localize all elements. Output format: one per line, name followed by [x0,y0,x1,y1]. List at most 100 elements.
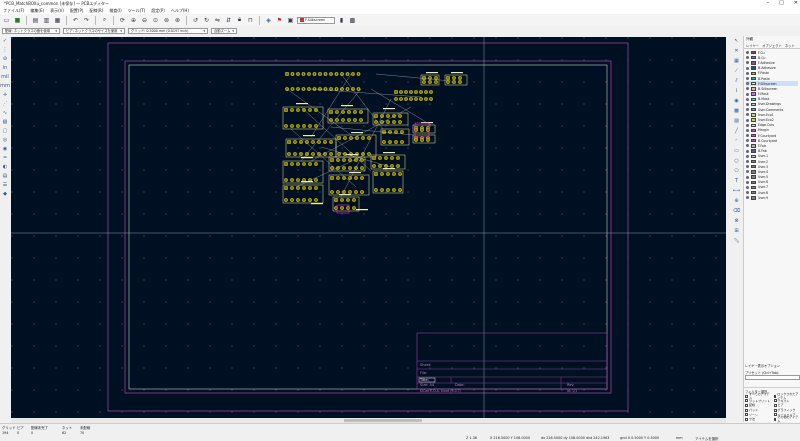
track-width-select[interactable]: 配線: ネットクラスの値を使用 ▾ [2,27,60,34]
layer-pair-icon[interactable]: ▣ [286,16,295,25]
draw-line-icon[interactable]: ╱ [733,127,741,135]
layer-color-swatch[interactable] [751,123,756,127]
eye-icon[interactable] [746,71,749,75]
units-mils-icon[interactable]: mil [1,73,9,81]
layer-color-swatch[interactable] [751,165,756,169]
layer-color-swatch[interactable] [751,139,756,143]
select-icon[interactable]: ↖ [733,37,741,45]
layer-display-options[interactable]: レイヤー表示オプション [745,363,800,368]
checkbox-icon[interactable] [745,403,748,407]
redo-icon[interactable]: ↷ [82,16,91,25]
units-mm-icon[interactable]: mm [0,82,10,90]
layer-color-swatch[interactable] [751,107,756,112]
add-dimension-icon[interactable]: ⟷ [733,187,741,195]
filter-checkbox[interactable]: その他のアイテム [773,415,800,423]
eye-icon[interactable] [746,87,749,91]
pad-outline-icon[interactable]: ◎ [1,136,9,144]
page-settings-icon[interactable]: ▤ [31,16,40,25]
undo-icon[interactable]: ↶ [71,16,80,25]
layer-color-swatch[interactable] [751,97,756,101]
eye-icon[interactable] [746,92,749,96]
zoom-in-icon[interactable]: ⊕ [129,16,138,25]
eye-icon[interactable] [746,175,749,179]
layer-color-swatch[interactable] [751,149,756,153]
layer-color-swatch[interactable] [751,175,756,179]
mirror-h-icon[interactable]: ⇋ [213,16,222,25]
layer-color-swatch[interactable] [751,144,756,148]
find-icon[interactable]: ⌕ [100,16,109,25]
layer-color-swatch[interactable] [751,92,756,96]
footprint-tree-icon[interactable]: ☰ [1,181,9,189]
route-track-icon[interactable]: ⟋ [733,67,741,75]
zoom-select[interactable]: 自動ズーム ▾ [211,27,237,34]
ratsnest-icon[interactable]: ⋰ [1,100,9,108]
scrollbar-thumb[interactable] [344,419,422,422]
eye-icon[interactable] [746,196,749,200]
eye-icon[interactable] [746,61,749,65]
drc-marker-icon[interactable]: ✓ [1,37,9,45]
layer-color-swatch[interactable] [751,190,756,195]
layer-color-swatch[interactable] [751,159,756,164]
checkbox-icon[interactable] [745,417,748,421]
checkbox-icon[interactable] [773,399,777,403]
tab-objects[interactable]: オブジェクト [762,43,782,48]
layer-color-swatch[interactable] [751,71,756,76]
layer-row[interactable]: User.9 [746,195,798,200]
net-colors-icon[interactable]: ▤ [1,172,9,180]
layer-color-swatch[interactable] [751,118,756,122]
draw-arc-icon[interactable]: ◜ [733,137,741,145]
eye-icon[interactable] [746,97,749,101]
checkbox-icon[interactable] [745,399,748,403]
eye-icon[interactable] [746,102,749,106]
eye-icon[interactable] [746,77,749,81]
pcb-canvas[interactable]: Sheet: File: Title: Size: A4 Date: Rev: … [11,37,726,418]
scripting-console-icon[interactable]: ▮ [337,16,346,25]
eye-icon[interactable] [746,185,749,189]
cursor-shape-icon[interactable]: ✛ [1,91,9,99]
layer-color-swatch[interactable] [751,133,756,138]
zone-fill-icon[interactable]: ▧ [1,118,9,126]
zoom-out-icon[interactable]: ⊖ [140,16,149,25]
layer-color-swatch[interactable] [751,66,756,70]
add-rule-area-icon[interactable]: ▨ [733,117,741,125]
layer-color-swatch[interactable] [751,76,756,81]
eye-icon[interactable] [746,113,749,117]
layer-color-swatch[interactable] [751,82,756,86]
appearance-panel-icon[interactable]: ◆ [1,190,9,198]
checkbox-icon[interactable] [773,394,777,398]
via-size-select[interactable]: ビア: ネットクラスのサイズを使用 ▾ [63,27,125,34]
route-diff-pair-icon[interactable]: ⫽ [733,77,741,85]
eye-icon[interactable] [746,123,749,127]
grid-toggle-icon[interactable]: ⋮ [1,46,9,54]
plugin-icon[interactable]: ▩ [348,16,357,25]
plot-icon[interactable]: ▦ [53,16,62,25]
add-zone-icon[interactable]: ▩ [733,107,741,115]
layer-color-swatch[interactable] [751,87,756,91]
eye-icon[interactable] [746,160,749,164]
checkbox-icon[interactable] [773,403,777,407]
grid-select[interactable]: グリッド: 0.5000 mm (0.0197 inch) ▾ [128,27,208,34]
mirror-v-icon[interactable]: ⇵ [224,16,233,25]
layer-color-swatch[interactable] [751,128,756,133]
eye-icon[interactable] [746,180,749,184]
eye-icon[interactable] [746,191,749,195]
layer-color-swatch[interactable] [751,50,756,55]
eye-icon[interactable] [746,108,749,112]
new-board-icon[interactable]: ▭ [2,16,11,25]
zone-outline-icon[interactable]: ▢ [1,127,9,135]
draw-rectangle-icon[interactable]: ▭ [733,147,741,155]
layer-color-swatch[interactable] [751,102,756,107]
layer-color-swatch[interactable] [751,185,756,190]
eye-icon[interactable] [746,149,749,153]
eye-icon[interactable] [746,51,749,55]
lock-icon[interactable]: 🔒︎ [235,16,244,25]
delete-icon[interactable]: ⌫ [733,207,741,215]
add-footprint-icon[interactable]: ▦ [733,57,741,65]
layer-color-swatch[interactable] [751,56,756,60]
print-icon[interactable]: ▥ [42,16,51,25]
layer-color-swatch[interactable] [751,180,756,184]
add-target-icon[interactable]: ⊕ [733,197,741,205]
filter-checkbox[interactable]: 寸法 [745,417,772,422]
eye-icon[interactable] [746,128,749,132]
checkbox-icon[interactable] [773,417,777,421]
